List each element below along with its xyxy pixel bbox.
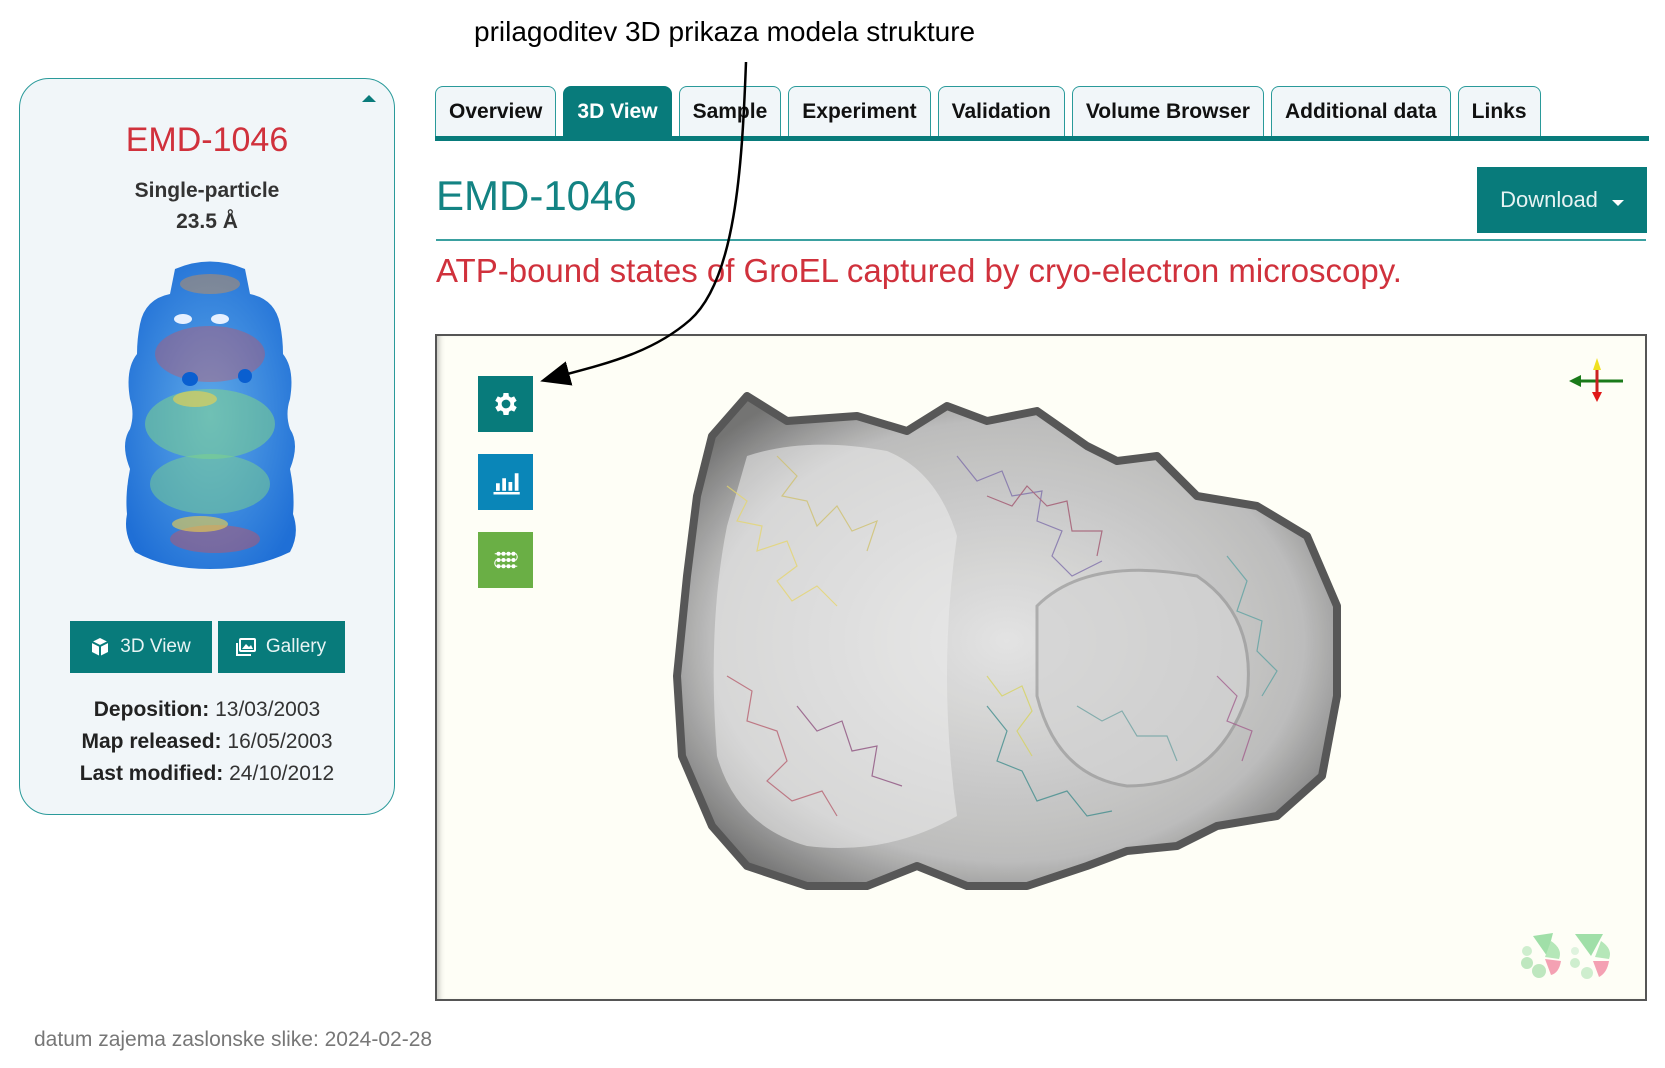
card-3d-view-button[interactable]: 3D View [69,621,212,673]
viewer-settings-button[interactable] [478,376,533,432]
images-icon [235,638,256,656]
last-modified-label: Last modified: [79,762,224,785]
mol-viewer-logo-icon [1521,933,1610,979]
map-released-row: Map released: 16/05/2003 [20,726,394,758]
card-method: Single-particle [134,179,280,202]
last-modified-value: 24/10/2012 [229,762,335,785]
viewer-stats-button[interactable] [478,454,533,510]
tab-validation[interactable]: Validation [937,86,1065,136]
download-label: Download [1500,187,1598,212]
last-modified-row: Last modified: 24/10/2012 [20,758,394,790]
card-gallery-label: Gallery [265,636,327,657]
title-divider [436,239,1646,241]
entry-tabs: Overview 3D View Sample Experiment Valid… [435,86,1541,136]
card-resolution: 23.5 Å [176,210,238,233]
annotation-text: prilagoditev 3D prikaza modela strukture [474,16,976,47]
tab-overview[interactable]: Overview [435,86,557,136]
viewer-sequence-button[interactable] [478,532,533,588]
deposition-row: Deposition: 13/03/2003 [20,694,394,726]
tab-links[interactable]: Links [1457,86,1541,136]
tab-experiment[interactable]: Experiment [788,86,931,136]
card-3d-view-label: 3D View [120,636,191,657]
card-gallery-button[interactable]: Gallery [217,621,345,673]
deposition-label: Deposition: [93,698,210,721]
card-entry-id: EMD-1046 [125,121,289,159]
tab-additional-data[interactable]: Additional data [1270,86,1451,136]
collapse-caret-icon[interactable] [362,95,376,102]
map-thumbnail-image[interactable] [105,254,315,584]
cube-icon [91,638,109,656]
bar-chart-icon [493,473,520,495]
card-dates: Deposition: 13/03/2003 Map released: 16/… [20,694,394,790]
entry-title: ATP-bound states of GroEL captured by cr… [436,252,1402,289]
3d-viewer-canvas[interactable] [435,334,1647,1001]
tab-sample[interactable]: Sample [678,86,782,136]
deposition-value: 13/03/2003 [215,698,321,721]
sequence-icon [493,551,518,569]
tab-volume-browser[interactable]: Volume Browser [1071,86,1264,136]
molecule-3d-model[interactable] [657,376,1417,936]
download-button[interactable]: Download [1477,167,1647,233]
tab-underline [435,136,1649,141]
entry-summary-card: EMD-1046 Single-particle 23.5 Å 3D View … [19,78,395,815]
gear-icon [494,393,517,415]
page-title: EMD-1046 [436,172,637,219]
map-released-label: Map released: [81,730,222,753]
orientation-axes-icon [1569,358,1623,402]
tab-3d-view[interactable]: 3D View [563,86,672,136]
screenshot-date-caption: datum zajema zaslonske slike: 2024-02-28 [34,1028,433,1051]
caret-down-icon [1611,200,1624,206]
map-released-value: 16/05/2003 [227,730,333,753]
